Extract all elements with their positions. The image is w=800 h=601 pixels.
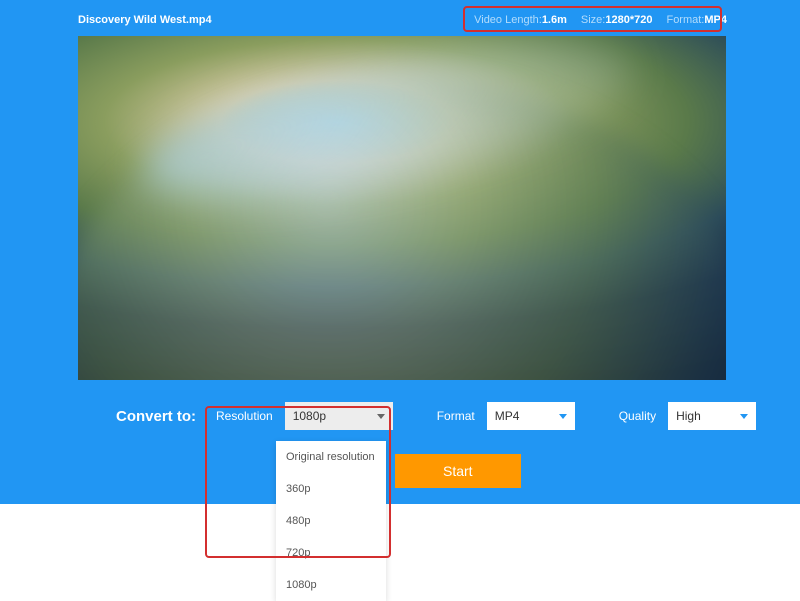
format-selected: MP4	[495, 409, 520, 423]
video-length: Video Length:1.6m	[474, 14, 567, 26]
format-label: Format	[437, 409, 475, 423]
format-select[interactable]: MP4	[487, 402, 575, 430]
video-preview[interactable]	[78, 36, 726, 380]
resolution-label: Resolution	[216, 409, 273, 423]
footer-area	[0, 504, 800, 562]
video-size: Size:1280*720	[581, 14, 653, 26]
chevron-down-icon	[740, 414, 748, 419]
header-bar: Discovery Wild West.mp4 Video Length:1.6…	[18, 12, 782, 36]
quality-selected: High	[676, 409, 701, 423]
quality-label: Quality	[619, 409, 656, 423]
main-panel: Discovery Wild West.mp4 Video Length:1.6…	[0, 0, 800, 530]
video-format: Format:MP4	[666, 14, 727, 26]
resolution-option-720p[interactable]: 720p	[276, 537, 386, 569]
start-button[interactable]: Start	[395, 454, 521, 488]
resolution-dropdown: Original resolution 360p 480p 720p 1080p	[276, 441, 386, 601]
resolution-option-1080p[interactable]: 1080p	[276, 569, 386, 601]
chevron-down-icon	[559, 414, 567, 419]
chevron-down-icon	[377, 414, 385, 419]
convert-controls: Convert to: Resolution 1080p Format MP4 …	[18, 380, 782, 430]
convert-to-label: Convert to:	[116, 408, 196, 425]
resolution-select[interactable]: 1080p	[285, 402, 393, 430]
resolution-option-original[interactable]: Original resolution	[276, 441, 386, 473]
quality-select[interactable]: High	[668, 402, 756, 430]
resolution-selected: 1080p	[293, 409, 326, 423]
resolution-option-480p[interactable]: 480p	[276, 505, 386, 537]
video-metadata: Video Length:1.6m Size:1280*720 Format:M…	[474, 14, 727, 26]
video-filename: Discovery Wild West.mp4	[78, 14, 212, 26]
resolution-option-360p[interactable]: 360p	[276, 473, 386, 505]
